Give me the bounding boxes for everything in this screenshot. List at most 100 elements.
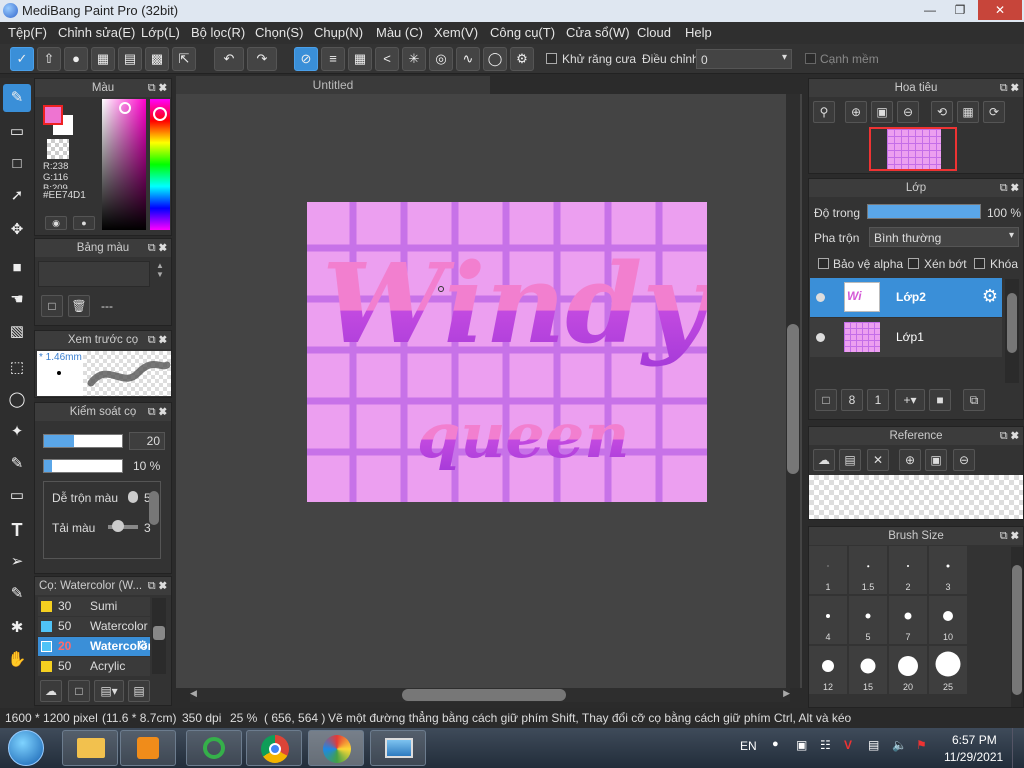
taskbar-browser-green[interactable] bbox=[186, 730, 242, 766]
show-desktop-button[interactable] bbox=[1012, 728, 1024, 768]
brush-list-scroll-thumb[interactable] bbox=[153, 626, 165, 640]
brush-size-5[interactable]: 5 bbox=[849, 596, 887, 644]
brush-opacity-slider[interactable] bbox=[43, 459, 123, 473]
layer-row-lop2[interactable]: Wi Lớp2 ⚙ bbox=[810, 278, 1002, 317]
clip-checkbox[interactable] bbox=[908, 258, 919, 269]
select-eraser-tool-icon[interactable]: ▭ bbox=[3, 482, 31, 510]
menu-color[interactable]: Màu (C) bbox=[376, 25, 423, 40]
brush-menu-icon[interactable]: ▤▾ bbox=[94, 680, 124, 702]
brush-size-scroll-thumb[interactable] bbox=[1012, 565, 1022, 695]
horizontal-scrollbar[interactable]: ◀ ▶ bbox=[190, 688, 790, 702]
hue-slider-handle[interactable] bbox=[153, 107, 167, 121]
taskbar-photo-viewer[interactable] bbox=[370, 730, 426, 766]
menu-window[interactable]: Cửa sổ(W) bbox=[566, 25, 630, 40]
brush-item-watercolor-50[interactable]: 50 Watercolor bbox=[38, 617, 150, 636]
panel-controls-icon[interactable]: ⧉ ✖ bbox=[1000, 427, 1019, 445]
scroll-right-icon[interactable]: ▶ bbox=[783, 688, 790, 699]
undo-icon[interactable]: ↶ bbox=[214, 47, 244, 71]
magic-wand-tool-icon[interactable]: ✦ bbox=[3, 418, 31, 446]
fill-rect-tool-icon[interactable]: ■ bbox=[3, 254, 31, 282]
eye-icon[interactable] bbox=[816, 333, 825, 342]
menu-layer[interactable]: Lớp(L) bbox=[141, 25, 180, 40]
palette-swatch-area[interactable] bbox=[38, 261, 150, 287]
fit-screen-icon[interactable]: ▦ bbox=[957, 101, 979, 123]
move-tool-icon[interactable]: ✥ bbox=[3, 216, 31, 244]
color-wheel-icon[interactable]: ◉ bbox=[45, 216, 67, 230]
menu-view[interactable]: Xem(V) bbox=[434, 25, 478, 40]
eye-icon[interactable] bbox=[816, 293, 825, 302]
reference-image-area[interactable] bbox=[809, 475, 1023, 519]
brush-list-scrollbar[interactable] bbox=[152, 598, 166, 674]
snap-off-icon[interactable]: ⊘ bbox=[294, 47, 318, 71]
foreground-color-swatch[interactable] bbox=[43, 105, 63, 125]
brush-size-1[interactable]: 1 bbox=[809, 546, 847, 594]
operation-tool-icon[interactable]: ➢ bbox=[3, 548, 31, 576]
text-tool-icon[interactable]: T bbox=[3, 516, 31, 544]
grid-snap-icon[interactable]: ▦ bbox=[348, 47, 372, 71]
save-cloud-icon[interactable]: ✓ bbox=[10, 47, 34, 71]
brush-size-value[interactable]: 20 bbox=[129, 432, 165, 450]
alpha-lock-checkbox[interactable] bbox=[818, 258, 829, 269]
panel-controls-icon[interactable]: ⧉ ✖ bbox=[148, 239, 167, 257]
eraser-tool-icon[interactable]: ▭ bbox=[3, 118, 31, 146]
dot-tool-icon[interactable]: □ bbox=[3, 150, 31, 178]
reference-zoom-in-icon[interactable]: ⊕ bbox=[899, 449, 921, 471]
taskbar-chrome[interactable] bbox=[246, 730, 302, 766]
volume-icon[interactable]: 🔈 bbox=[892, 738, 907, 752]
menu-capture[interactable]: Chụp(N) bbox=[314, 25, 363, 40]
brush-size-10[interactable]: 10 bbox=[929, 596, 967, 644]
blend-mode-select[interactable]: Bình thường ▾ bbox=[869, 227, 1019, 247]
color-add-icon[interactable]: ● bbox=[73, 216, 95, 230]
layers-icon[interactable]: ▩ bbox=[145, 47, 169, 71]
share-icon[interactable]: ⇧ bbox=[37, 47, 61, 71]
brush-item-acrylic[interactable]: 50 Acrylic bbox=[38, 657, 150, 676]
refill-slider-handle[interactable] bbox=[112, 520, 124, 532]
line-tool-icon[interactable]: ➚ bbox=[3, 182, 31, 210]
panel-icon[interactable]: ▦ bbox=[91, 47, 115, 71]
brush-size-3[interactable]: 3 bbox=[929, 546, 967, 594]
menu-edit[interactable]: Chỉnh sửa(E) bbox=[58, 25, 135, 40]
start-button[interactable] bbox=[8, 730, 44, 766]
flag-tray-icon[interactable]: ⚑ bbox=[916, 738, 927, 752]
hand-tool-icon[interactable]: ✋ bbox=[3, 646, 31, 674]
clock-date[interactable]: 11/29/2021 bbox=[944, 750, 1003, 764]
curve-snap-icon[interactable]: ∿ bbox=[456, 47, 480, 71]
tray-app-icon[interactable]: ▣ bbox=[796, 738, 807, 752]
brush-size-scrollbar[interactable] bbox=[1011, 547, 1023, 707]
brush-item-sumi[interactable]: 30 Sumi bbox=[38, 597, 150, 616]
artwork-canvas[interactable]: Windy queen bbox=[307, 202, 707, 502]
new-palette-icon[interactable]: □ bbox=[41, 295, 63, 317]
menu-tools[interactable]: Công cụ(T) bbox=[490, 25, 555, 40]
minimize-button[interactable]: — bbox=[916, 0, 944, 20]
new-folder-icon[interactable]: ■ bbox=[929, 389, 951, 411]
menu-select[interactable]: Chọn(S) bbox=[255, 25, 303, 40]
horizontal-scroll-thumb[interactable] bbox=[402, 689, 566, 701]
panel-controls-icon[interactable]: ⧉ ✖ bbox=[1000, 179, 1019, 197]
comment-icon[interactable]: ● bbox=[64, 47, 88, 71]
network-tray-icon[interactable]: ☷ bbox=[820, 738, 831, 752]
perspective-snap-icon[interactable]: < bbox=[375, 47, 399, 71]
close-button[interactable]: ✕ bbox=[978, 0, 1022, 20]
antialias-checkbox[interactable] bbox=[546, 53, 557, 64]
lock-checkbox[interactable] bbox=[974, 258, 985, 269]
saturation-value-square[interactable] bbox=[102, 99, 146, 230]
panel-controls-icon[interactable]: ⧉ ✖ bbox=[148, 79, 167, 97]
panel-controls-icon[interactable]: ⧉ ✖ bbox=[148, 577, 167, 595]
taskbar-media-player[interactable] bbox=[120, 730, 176, 766]
menu-cloud[interactable]: Cloud bbox=[637, 25, 671, 40]
cloud-brush-icon[interactable]: ☁ bbox=[40, 680, 62, 702]
ellipse-snap-icon[interactable]: ◯ bbox=[483, 47, 507, 71]
brush-size-15[interactable]: 15 bbox=[849, 646, 887, 694]
new-brush-icon[interactable]: □ bbox=[68, 680, 90, 702]
redo-icon[interactable]: ↷ bbox=[247, 47, 277, 71]
parallel-snap-icon[interactable]: ≡ bbox=[321, 47, 345, 71]
layer-row-lop1[interactable]: Lớp1 bbox=[810, 318, 1002, 357]
taskbar-medibang[interactable] bbox=[308, 730, 364, 766]
blend-slider-handle[interactable] bbox=[128, 491, 138, 503]
menu-filter[interactable]: Bộ lọc(R) bbox=[191, 25, 245, 40]
divide-tool-icon[interactable]: ✎ bbox=[3, 580, 31, 608]
eyedropper-tool-icon[interactable]: ✱ bbox=[3, 614, 31, 642]
zoom-fit-icon[interactable]: ⚲ bbox=[813, 101, 835, 123]
brush-size-25[interactable]: 25 bbox=[929, 646, 967, 694]
hue-slider[interactable] bbox=[150, 99, 170, 230]
